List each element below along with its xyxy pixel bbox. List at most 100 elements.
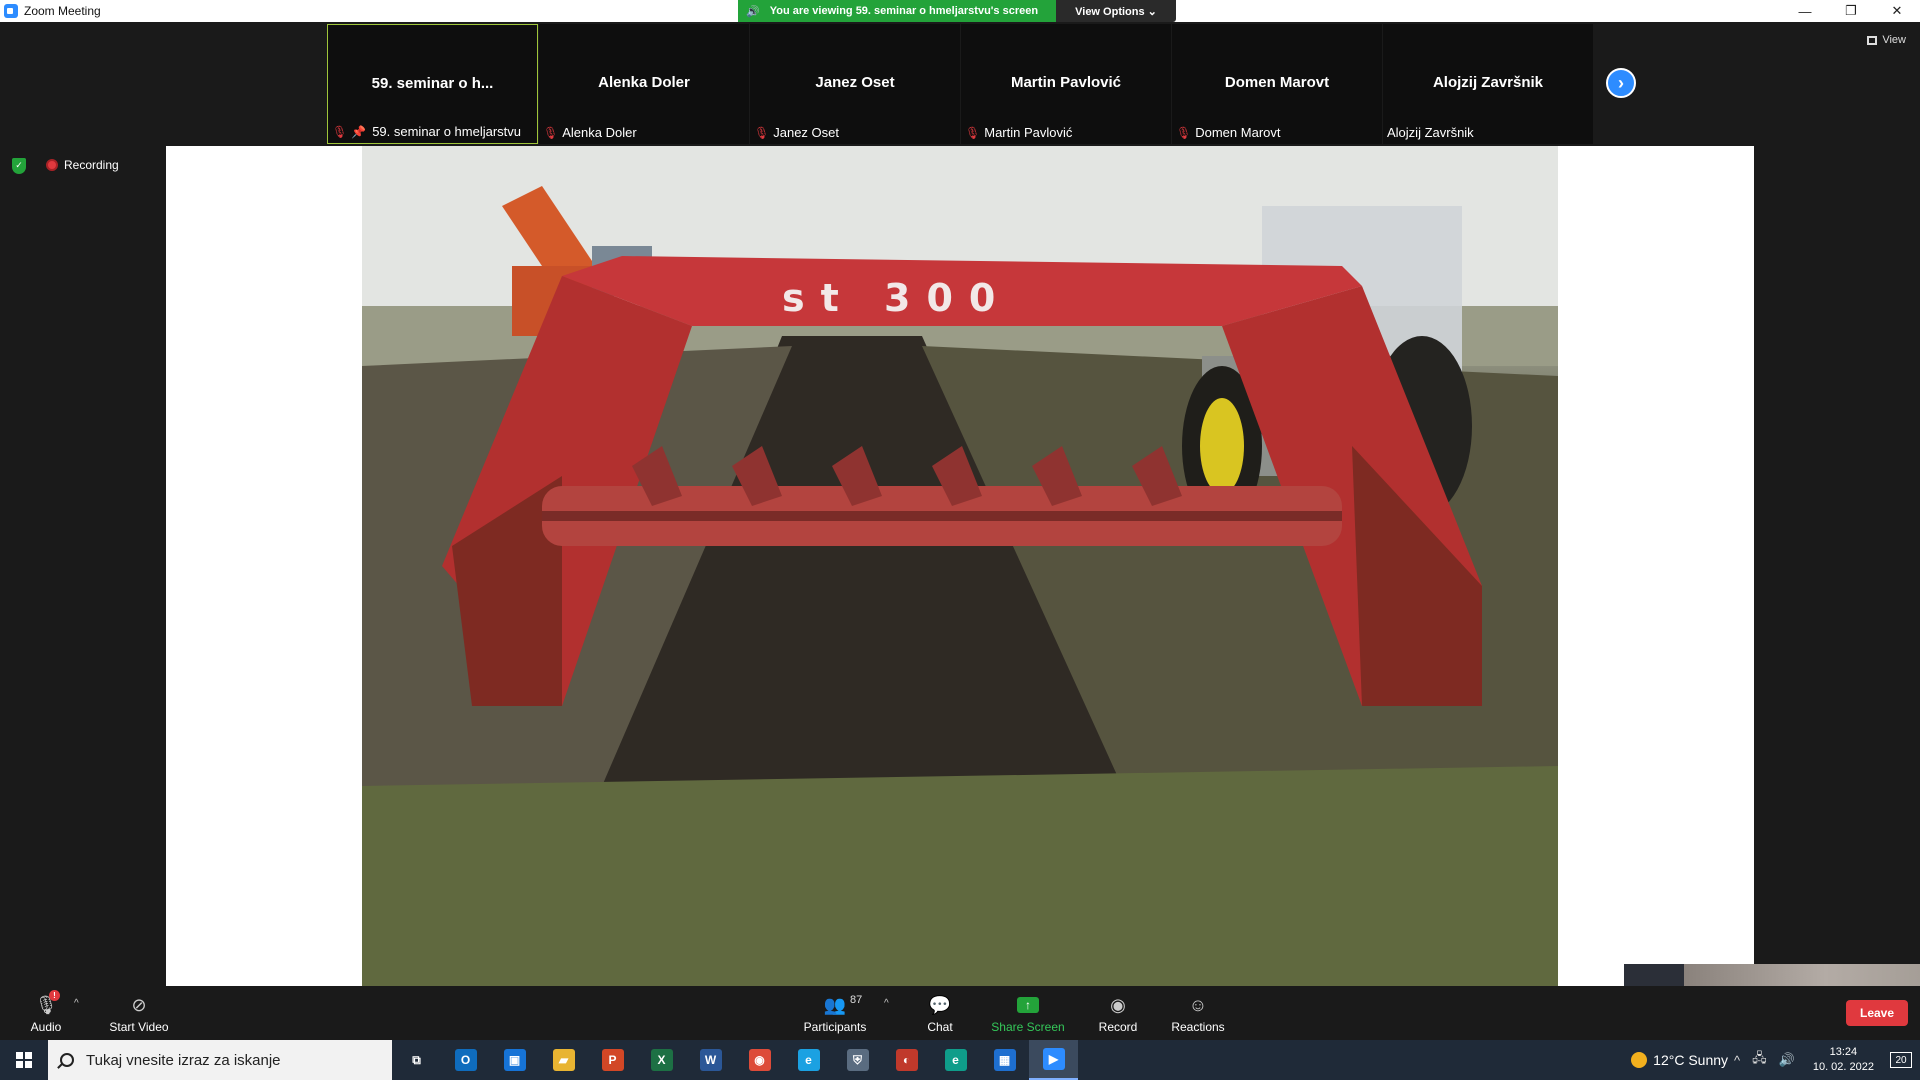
participant-tile[interactable]: Alenka Doler 🎙 Alenka Doler	[538, 24, 749, 144]
view-button[interactable]: View	[1867, 34, 1906, 46]
powerpoint-icon: P	[601, 1049, 624, 1071]
window-title: Zoom Meeting	[24, 4, 101, 18]
participants-label: Participants	[803, 1020, 867, 1034]
participant-tile[interactable]: Alojzij Završnik Alojzij Završnik	[1382, 24, 1593, 144]
taskbar-app-excel[interactable]: X	[637, 1040, 686, 1080]
participant-label: 🎙 Alenka Doler	[543, 125, 637, 140]
reactions-label: Reactions	[1171, 1020, 1225, 1034]
taskbar-app-security-shield[interactable]: ⛨	[833, 1040, 882, 1080]
volume-icon[interactable]: 🔊	[1779, 1052, 1795, 1068]
muted-mic-icon: 🎙	[1176, 125, 1192, 140]
participant-tile[interactable]: Martin Pavlović 🎙 Martin Pavlović	[960, 24, 1171, 144]
participant-label-text: Janez Oset	[773, 125, 839, 140]
encryption-shield-icon[interactable]: ✓	[12, 158, 26, 174]
audio-options-caret-icon[interactable]: ^	[74, 998, 79, 1009]
taskbar-app-word[interactable]: W	[686, 1040, 735, 1080]
taskbar-app-edge[interactable]: e	[931, 1040, 980, 1080]
close-button[interactable]: ✕	[1874, 0, 1920, 22]
start-video-button[interactable]: ⊘ Start Video	[104, 986, 174, 1040]
muted-mic-icon: 🎙	[332, 124, 348, 139]
participant-label-text: 59. seminar o hmeljarstvu	[372, 124, 522, 139]
app-blue-icon: ▣	[503, 1049, 526, 1071]
zoom-app-icon	[4, 4, 18, 18]
view-label: View	[1882, 34, 1906, 46]
shared-screen: st 300	[166, 146, 1920, 1080]
participants-icon: 👥	[823, 994, 847, 1015]
restore-button[interactable]: ❐	[1828, 0, 1874, 22]
search-placeholder: Tukaj vnesite izraz za iskanje	[86, 1051, 281, 1069]
audio-button[interactable]: 🎙 Audio	[26, 986, 66, 1040]
remote-app-icon: ◐	[895, 1049, 918, 1071]
participants-count: 87	[850, 994, 863, 1006]
participant-name: 59. seminar o h...	[371, 75, 494, 92]
recording-label: Recording	[64, 158, 119, 172]
taskbar-app-remote-app[interactable]: ◐	[882, 1040, 931, 1080]
taskbar-app-internet-explorer[interactable]: e	[784, 1040, 833, 1080]
meeting-controls-bar: 🎙 Audio ! ^ ⊘ Start Video 👥 Participants…	[0, 986, 1920, 1040]
taskbar-app-task-view[interactable]: ⧉	[392, 1040, 441, 1080]
share-screen-label: Share Screen	[991, 1020, 1065, 1034]
taskbar-app-chrome[interactable]: ◉	[735, 1040, 784, 1080]
share-screen-button[interactable]: ↑ Share Screen	[990, 986, 1066, 1040]
taskbar-app-app-blue[interactable]: ▣	[490, 1040, 539, 1080]
outlook-icon: O	[454, 1049, 477, 1071]
weather-text[interactable]: 12°C Sunny	[1653, 1052, 1728, 1068]
reactions-button[interactable]: ☺ Reactions	[1170, 986, 1226, 1040]
participant-strip: 59. seminar o h... 🎙 📌 59. seminar o hme…	[327, 24, 1593, 144]
taskbar-app-powerpoint[interactable]: P	[588, 1040, 637, 1080]
taskbar-app-photos[interactable]: ▦	[980, 1040, 1029, 1080]
view-options-button[interactable]: View Options ⌄	[1056, 0, 1176, 22]
clock-time: 13:24	[1829, 1046, 1858, 1058]
participants-options-caret-icon[interactable]: ^	[884, 998, 889, 1009]
audio-label: Audio	[30, 1020, 62, 1034]
participant-label-text: Domen Marovt	[1195, 125, 1281, 140]
participant-name: Alojzij Završnik	[1432, 74, 1544, 91]
next-page-arrow-icon[interactable]: ›	[1606, 68, 1636, 98]
participant-name: Martin Pavlović	[1010, 74, 1122, 91]
recording-dot-icon	[46, 159, 58, 171]
leave-button[interactable]: Leave	[1846, 1000, 1908, 1026]
photos-icon: ▦	[993, 1049, 1016, 1071]
record-label: Record	[1098, 1020, 1138, 1034]
participant-name: Janez Oset	[815, 74, 895, 91]
word-icon: W	[699, 1049, 722, 1071]
tray-overflow-icon[interactable]: ^	[1734, 1053, 1740, 1068]
participant-label: 🎙 Janez Oset	[754, 125, 839, 140]
recording-indicator[interactable]: Recording	[46, 158, 119, 172]
edge-icon: e	[944, 1049, 967, 1071]
screen-share-banner: 🔊 You are viewing 59. seminar o hmeljars…	[738, 0, 1176, 22]
chrome-icon: ◉	[748, 1049, 771, 1071]
taskbar-app-zoom[interactable]: ▶	[1029, 1040, 1078, 1080]
taskbar-clock[interactable]: 13:24 10. 02. 2022	[1813, 1045, 1874, 1075]
participant-tile[interactable]: 59. seminar o h... 🎙 📌 59. seminar o hme…	[327, 24, 538, 144]
participant-label-text: Alenka Doler	[562, 125, 637, 140]
network-icon[interactable]: 🖧	[1752, 1049, 1767, 1071]
windows-taskbar: Tukaj vnesite izraz za iskanje ⧉ O ▣ ▰ P X W ◉ e…	[0, 1040, 1920, 1080]
participant-tile[interactable]: Domen Marovt 🎙 Domen Marovt	[1171, 24, 1382, 144]
muted-mic-icon: 🎙	[543, 125, 559, 140]
minimize-button[interactable]: —	[1782, 0, 1828, 22]
internet-explorer-icon: e	[797, 1049, 820, 1071]
taskbar-app-outlook[interactable]: O	[441, 1040, 490, 1080]
notification-center-icon[interactable]: 20	[1890, 1052, 1912, 1068]
taskbar-app-file-explorer[interactable]: ▰	[539, 1040, 588, 1080]
windows-logo-icon	[16, 1052, 32, 1068]
zoom-icon: ▶	[1042, 1048, 1065, 1070]
chat-button[interactable]: 💬 Chat	[920, 986, 960, 1040]
viewing-banner: 🔊 You are viewing 59. seminar o hmeljars…	[738, 0, 1056, 22]
pin-icon: 📌	[351, 124, 367, 139]
window-controls: — ❐ ✕	[1782, 0, 1920, 22]
start-video-label: Start Video	[109, 1020, 169, 1034]
machine-label: st 300	[782, 276, 1011, 320]
video-off-icon: ⊘	[131, 994, 147, 1015]
participant-tile[interactable]: Janez Oset 🎙 Janez Oset	[749, 24, 960, 144]
taskbar-search-box[interactable]: Tukaj vnesite izraz za iskanje	[48, 1040, 392, 1080]
participant-name: Domen Marovt	[1224, 74, 1330, 91]
search-icon	[60, 1053, 74, 1067]
task-view-icon: ⧉	[405, 1049, 428, 1071]
start-button[interactable]	[0, 1040, 48, 1080]
speaker-icon: 🔊	[746, 5, 760, 18]
participant-label: Alojzij Završnik	[1387, 125, 1474, 140]
excel-icon: X	[650, 1049, 673, 1071]
record-button[interactable]: ◉ Record	[1096, 986, 1140, 1040]
